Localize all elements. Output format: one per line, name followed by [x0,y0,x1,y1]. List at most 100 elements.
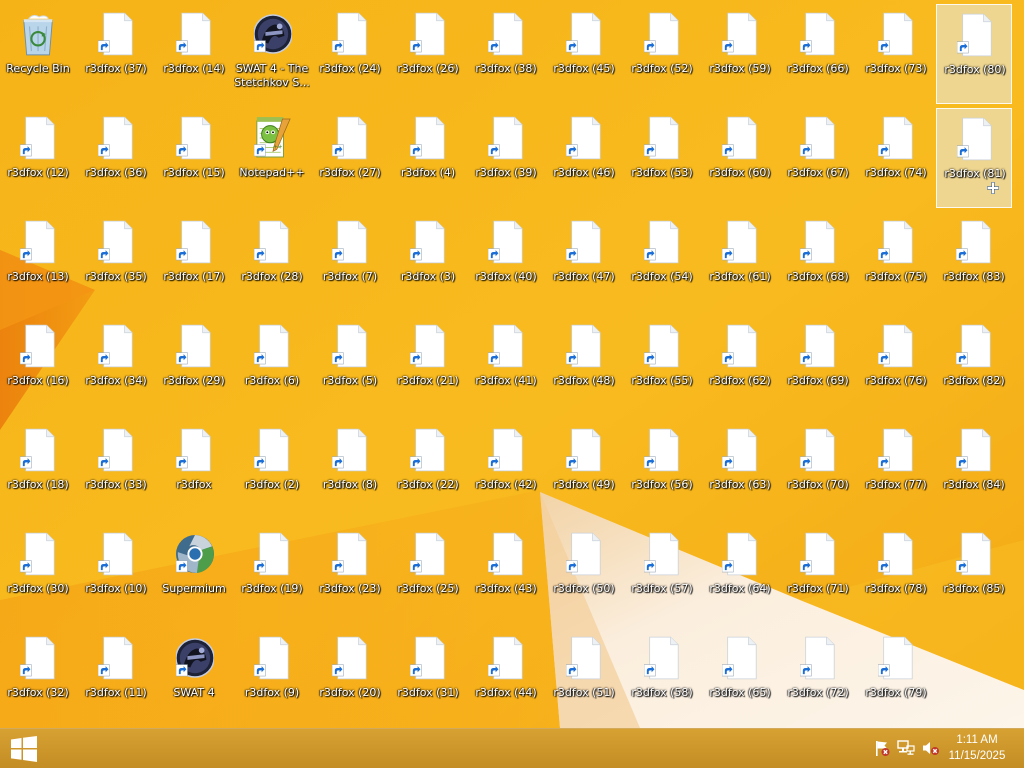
desktop-icon[interactable]: r3dfox (61) [702,212,778,312]
desktop-icon[interactable]: r3dfox (68) [780,212,856,312]
desktop-icon[interactable]: r3dfox (26) [390,4,466,104]
desktop-icon[interactable]: r3dfox (29) [156,316,232,416]
desktop-icon[interactable]: r3dfox (81) [936,108,1012,208]
desktop-icon[interactable]: r3dfox (73) [858,4,934,104]
desktop-icon[interactable]: r3dfox (56) [624,420,700,520]
desktop-icon[interactable]: r3dfox (49) [546,420,622,520]
desktop-icon[interactable]: SWAT 4 [156,628,232,728]
desktop-icon[interactable]: r3dfox (40) [468,212,544,312]
desktop-icon[interactable]: r3dfox (28) [234,212,310,312]
desktop-icon[interactable]: r3dfox (21) [390,316,466,416]
desktop-icon[interactable]: r3dfox (47) [546,212,622,312]
desktop-icon[interactable]: r3dfox (57) [624,524,700,624]
desktop-icon[interactable]: r3dfox (43) [468,524,544,624]
desktop-icon[interactable]: r3dfox (7) [312,212,388,312]
desktop-icon[interactable]: r3dfox (23) [312,524,388,624]
desktop-icon[interactable]: r3dfox (79) [858,628,934,728]
desktop-icon[interactable]: r3dfox (24) [312,4,388,104]
desktop-icon[interactable]: r3dfox (42) [468,420,544,520]
desktop-icon[interactable]: r3dfox (45) [546,4,622,104]
network-icon[interactable] [897,739,915,757]
desktop-icon[interactable]: r3dfox (15) [156,108,232,208]
desktop-icon[interactable]: r3dfox (4) [390,108,466,208]
desktop-icon[interactable]: r3dfox (70) [780,420,856,520]
desktop-icon[interactable]: r3dfox (63) [702,420,778,520]
desktop-icon[interactable]: r3dfox (77) [858,420,934,520]
desktop-icon[interactable]: r3dfox (41) [468,316,544,416]
desktop-icon[interactable]: r3dfox (62) [702,316,778,416]
desktop-icon[interactable]: r3dfox (65) [702,628,778,728]
desktop-icon[interactable]: r3dfox (60) [702,108,778,208]
desktop-icon[interactable]: r3dfox (59) [702,4,778,104]
desktop-icon[interactable]: r3dfox (35) [78,212,154,312]
desktop-icon[interactable]: r3dfox (64) [702,524,778,624]
desktop-icon[interactable]: r3dfox (46) [546,108,622,208]
desktop-icon[interactable]: r3dfox (58) [624,628,700,728]
desktop-icon[interactable]: r3dfox (32) [0,628,76,728]
desktop-icon[interactable]: r3dfox (33) [78,420,154,520]
desktop-icon[interactable]: r3dfox (75) [858,212,934,312]
desktop-icon[interactable]: r3dfox (69) [780,316,856,416]
desktop-icon[interactable]: ++ Notepad++ [234,108,310,208]
desktop-icon[interactable]: r3dfox (3) [390,212,466,312]
desktop-icon[interactable]: r3dfox (51) [546,628,622,728]
desktop-icon-label: r3dfox (55) [631,374,693,387]
action-center-flag-icon[interactable] [873,739,891,757]
desktop-icon[interactable]: r3dfox (74) [858,108,934,208]
desktop-icon[interactable]: r3dfox (38) [468,4,544,104]
desktop-icon[interactable]: SWAT 4 - The Stetchkov S... [234,4,310,104]
desktop-icon[interactable]: r3dfox (50) [546,524,622,624]
desktop-icon[interactable]: r3dfox (80) [936,4,1012,104]
desktop-icon[interactable]: r3dfox (54) [624,212,700,312]
desktop-icon[interactable]: r3dfox (18) [0,420,76,520]
desktop-icon[interactable]: r3dfox (11) [78,628,154,728]
desktop-icon[interactable]: r3dfox (8) [312,420,388,520]
desktop-icon[interactable]: r3dfox (78) [858,524,934,624]
desktop-icon[interactable]: r3dfox (48) [546,316,622,416]
desktop-icon[interactable]: r3dfox (2) [234,420,310,520]
shortcut-arrow-icon [878,352,890,365]
desktop-icon[interactable]: r3dfox (85) [936,524,1012,624]
desktop-icon[interactable]: r3dfox (14) [156,4,232,104]
desktop-icon[interactable]: r3dfox (12) [0,108,76,208]
desktop-icon[interactable]: r3dfox (83) [936,212,1012,312]
desktop-icon[interactable]: r3dfox (17) [156,212,232,312]
desktop-icon[interactable]: r3dfox (37) [78,4,154,104]
desktop-icon[interactable]: r3dfox (55) [624,316,700,416]
desktop-icon[interactable]: r3dfox (39) [468,108,544,208]
desktop-icon[interactable]: r3dfox (52) [624,4,700,104]
desktop-icon-label: Notepad++ [239,166,305,179]
desktop-icon[interactable]: r3dfox (53) [624,108,700,208]
desktop-icon[interactable]: r3dfox (66) [780,4,856,104]
desktop-icon[interactable]: r3dfox (19) [234,524,310,624]
desktop-icon[interactable]: r3dfox (27) [312,108,388,208]
desktop-icon[interactable]: r3dfox (9) [234,628,310,728]
taskbar-clock[interactable]: 1:11 AM 11/15/2025 [942,732,1012,764]
desktop-icon[interactable]: r3dfox (22) [390,420,466,520]
desktop-icon[interactable]: r3dfox (10) [78,524,154,624]
desktop-icon[interactable]: r3dfox (67) [780,108,856,208]
desktop-icon[interactable]: r3dfox (36) [78,108,154,208]
start-button[interactable] [0,729,48,769]
desktop-icon[interactable]: r3dfox (20) [312,628,388,728]
desktop-icon[interactable]: r3dfox (16) [0,316,76,416]
desktop-icon[interactable]: r3dfox (44) [468,628,544,728]
desktop-icon[interactable]: r3dfox (25) [390,524,466,624]
desktop-icon[interactable]: r3dfox (84) [936,420,1012,520]
desktop-icon[interactable]: Recycle Bin [0,4,76,104]
desktop-icon[interactable]: r3dfox (34) [78,316,154,416]
desktop-icon[interactable]: r3dfox [156,420,232,520]
desktop-icon[interactable]: r3dfox (71) [780,524,856,624]
desktop-icon[interactable]: Supermium [156,524,232,624]
desktop-icon[interactable]: r3dfox (13) [0,212,76,312]
desktop-icon[interactable]: r3dfox (31) [390,628,466,728]
desktop[interactable]: Recycle Bin r3dfox (37) r3dfox (14) SWAT 4 … [0,0,1024,728]
desktop-icon[interactable]: r3dfox (30) [0,524,76,624]
desktop-icon[interactable]: r3dfox (82) [936,316,1012,416]
volume-muted-icon[interactable] [922,739,940,757]
desktop-icon[interactable]: r3dfox (76) [858,316,934,416]
desktop-icon[interactable]: r3dfox (5) [312,316,388,416]
file-shortcut-icon [722,428,757,472]
desktop-icon[interactable]: r3dfox (6) [234,316,310,416]
desktop-icon[interactable]: r3dfox (72) [780,628,856,728]
